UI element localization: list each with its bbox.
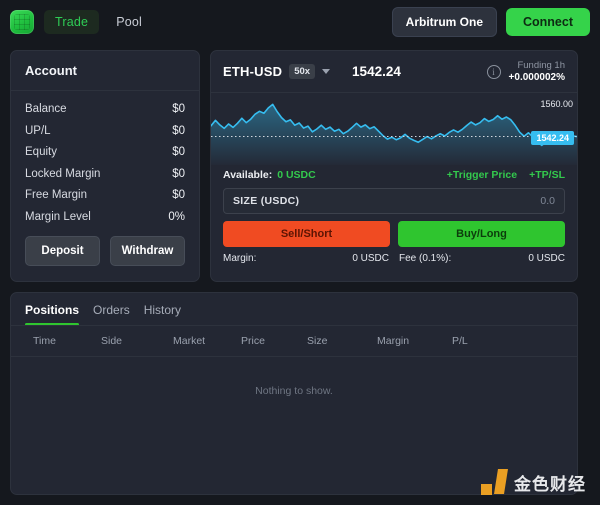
column-header-size: Size xyxy=(307,335,377,347)
account-row-locked-margin: Locked Margin $0 xyxy=(25,168,185,180)
account-row-balance: Balance $0 xyxy=(25,103,185,115)
main-nav: Trade Pool xyxy=(44,10,153,34)
network-selector-button[interactable]: Arbitrum One xyxy=(392,7,497,37)
fee-label: Fee (0.1%): xyxy=(399,253,451,264)
chart-current-price-badge: 1542.24 xyxy=(531,131,574,145)
sell-short-button[interactable]: Sell/Short xyxy=(223,221,390,247)
column-header-price: Price xyxy=(241,335,307,347)
empty-state-message: Nothing to show. xyxy=(11,357,577,397)
column-header-time: Time xyxy=(11,335,101,347)
withdraw-button[interactable]: Withdraw xyxy=(110,236,185,266)
value: 0% xyxy=(168,211,185,223)
fee-value: 0 USDC xyxy=(528,253,565,264)
margin-value: 0 USDC xyxy=(352,253,389,264)
tab-history[interactable]: History xyxy=(144,303,181,326)
price-chart[interactable]: 1560.00 1542.24 xyxy=(211,93,577,165)
chevron-down-icon[interactable] xyxy=(322,69,330,74)
size-input-value: 0.0 xyxy=(540,195,555,207)
account-panel: Account Balance $0 UP/L $0 Equity $0 Loc… xyxy=(10,50,200,282)
account-row-upl: UP/L $0 xyxy=(25,125,185,137)
nav-item-pool[interactable]: Pool xyxy=(105,10,153,34)
order-action-buttons: Sell/Short Buy/Long xyxy=(223,221,565,247)
value: $0 xyxy=(172,103,185,115)
leverage-badge[interactable]: 50x xyxy=(289,64,315,79)
price-chart-svg xyxy=(211,93,577,165)
available-value: 0 USDC xyxy=(277,169,316,181)
value: $0 xyxy=(172,189,185,201)
watermark-text: 金色财经 xyxy=(514,470,586,495)
account-row-free-margin: Free Margin $0 xyxy=(25,189,185,201)
label: Free Margin xyxy=(25,189,87,201)
column-header-pl: P/L xyxy=(452,335,492,347)
connect-wallet-button[interactable]: Connect xyxy=(506,8,590,36)
add-trigger-price-link[interactable]: +Trigger Price xyxy=(447,169,517,181)
deposit-button[interactable]: Deposit xyxy=(25,236,100,266)
app-root: Trade Pool Arbitrum One Connect Account … xyxy=(0,0,600,505)
market-header: ETH-USD 50x 1542.24 i Funding 1h +0.0000… xyxy=(211,51,577,93)
tab-positions[interactable]: Positions xyxy=(25,303,79,326)
watermark: 金色财经 xyxy=(481,469,586,495)
tab-orders[interactable]: Orders xyxy=(93,303,130,326)
available-balance-row: Available: 0 USDC +Trigger Price +TP/SL xyxy=(211,165,577,181)
label: Margin Level xyxy=(25,211,91,223)
value: $0 xyxy=(172,168,185,180)
account-row-margin-level: Margin Level 0% xyxy=(25,211,185,223)
activity-tabs: Positions Orders History xyxy=(11,293,577,326)
market-price: 1542.24 xyxy=(352,64,401,79)
funding-info: i Funding 1h +0.000002% xyxy=(487,60,565,83)
label: Locked Margin xyxy=(25,168,100,180)
watermark-logo-icon xyxy=(481,469,507,495)
label: Balance xyxy=(25,103,67,115)
column-header-side: Side xyxy=(101,335,173,347)
funding-value: +0.000002% xyxy=(509,72,565,83)
account-panel-title: Account xyxy=(11,51,199,91)
info-circle-icon[interactable]: i xyxy=(487,65,501,79)
label: UP/L xyxy=(25,125,51,137)
add-tpsl-link[interactable]: +TP/SL xyxy=(529,169,565,181)
nav-item-trade[interactable]: Trade xyxy=(44,10,99,34)
column-header-margin: Margin xyxy=(377,335,452,347)
activity-panel: Positions Orders History Time Side Marke… xyxy=(10,292,578,495)
account-metrics-list: Balance $0 UP/L $0 Equity $0 Locked Marg… xyxy=(11,91,199,223)
label: Equity xyxy=(25,146,57,158)
margin-summary: Margin: 0 USDC xyxy=(223,253,389,264)
value: $0 xyxy=(172,146,185,158)
top-navigation-bar: Trade Pool Arbitrum One Connect xyxy=(0,0,600,44)
chart-axis-tick-label: 1560.00 xyxy=(540,99,573,109)
buy-long-button[interactable]: Buy/Long xyxy=(398,221,565,247)
top-bar-actions: Arbitrum One Connect xyxy=(392,7,590,37)
tabs-divider xyxy=(11,325,577,326)
column-header-market: Market xyxy=(173,335,241,347)
margin-label: Margin: xyxy=(223,253,256,264)
size-input-label: SIZE (USDC) xyxy=(233,195,299,207)
account-row-equity: Equity $0 xyxy=(25,146,185,158)
size-input[interactable]: SIZE (USDC) 0.0 xyxy=(223,188,565,214)
funding-label: Funding 1h xyxy=(509,60,565,71)
market-symbol: ETH-USD xyxy=(223,64,282,79)
app-logo-icon[interactable] xyxy=(10,10,34,34)
order-option-links: +Trigger Price +TP/SL xyxy=(447,169,565,181)
trade-panel: ETH-USD 50x 1542.24 i Funding 1h +0.0000… xyxy=(210,50,578,282)
available-label: Available: xyxy=(223,169,272,181)
value: $0 xyxy=(172,125,185,137)
funding-text: Funding 1h +0.000002% xyxy=(509,60,565,83)
order-summary-row: Margin: 0 USDC Fee (0.1%): 0 USDC xyxy=(223,253,565,264)
table-header-row: Time Side Market Price Size Margin P/L xyxy=(11,326,577,357)
account-actions: Deposit Withdraw xyxy=(11,232,199,266)
fee-summary: Fee (0.1%): 0 USDC xyxy=(399,253,565,264)
